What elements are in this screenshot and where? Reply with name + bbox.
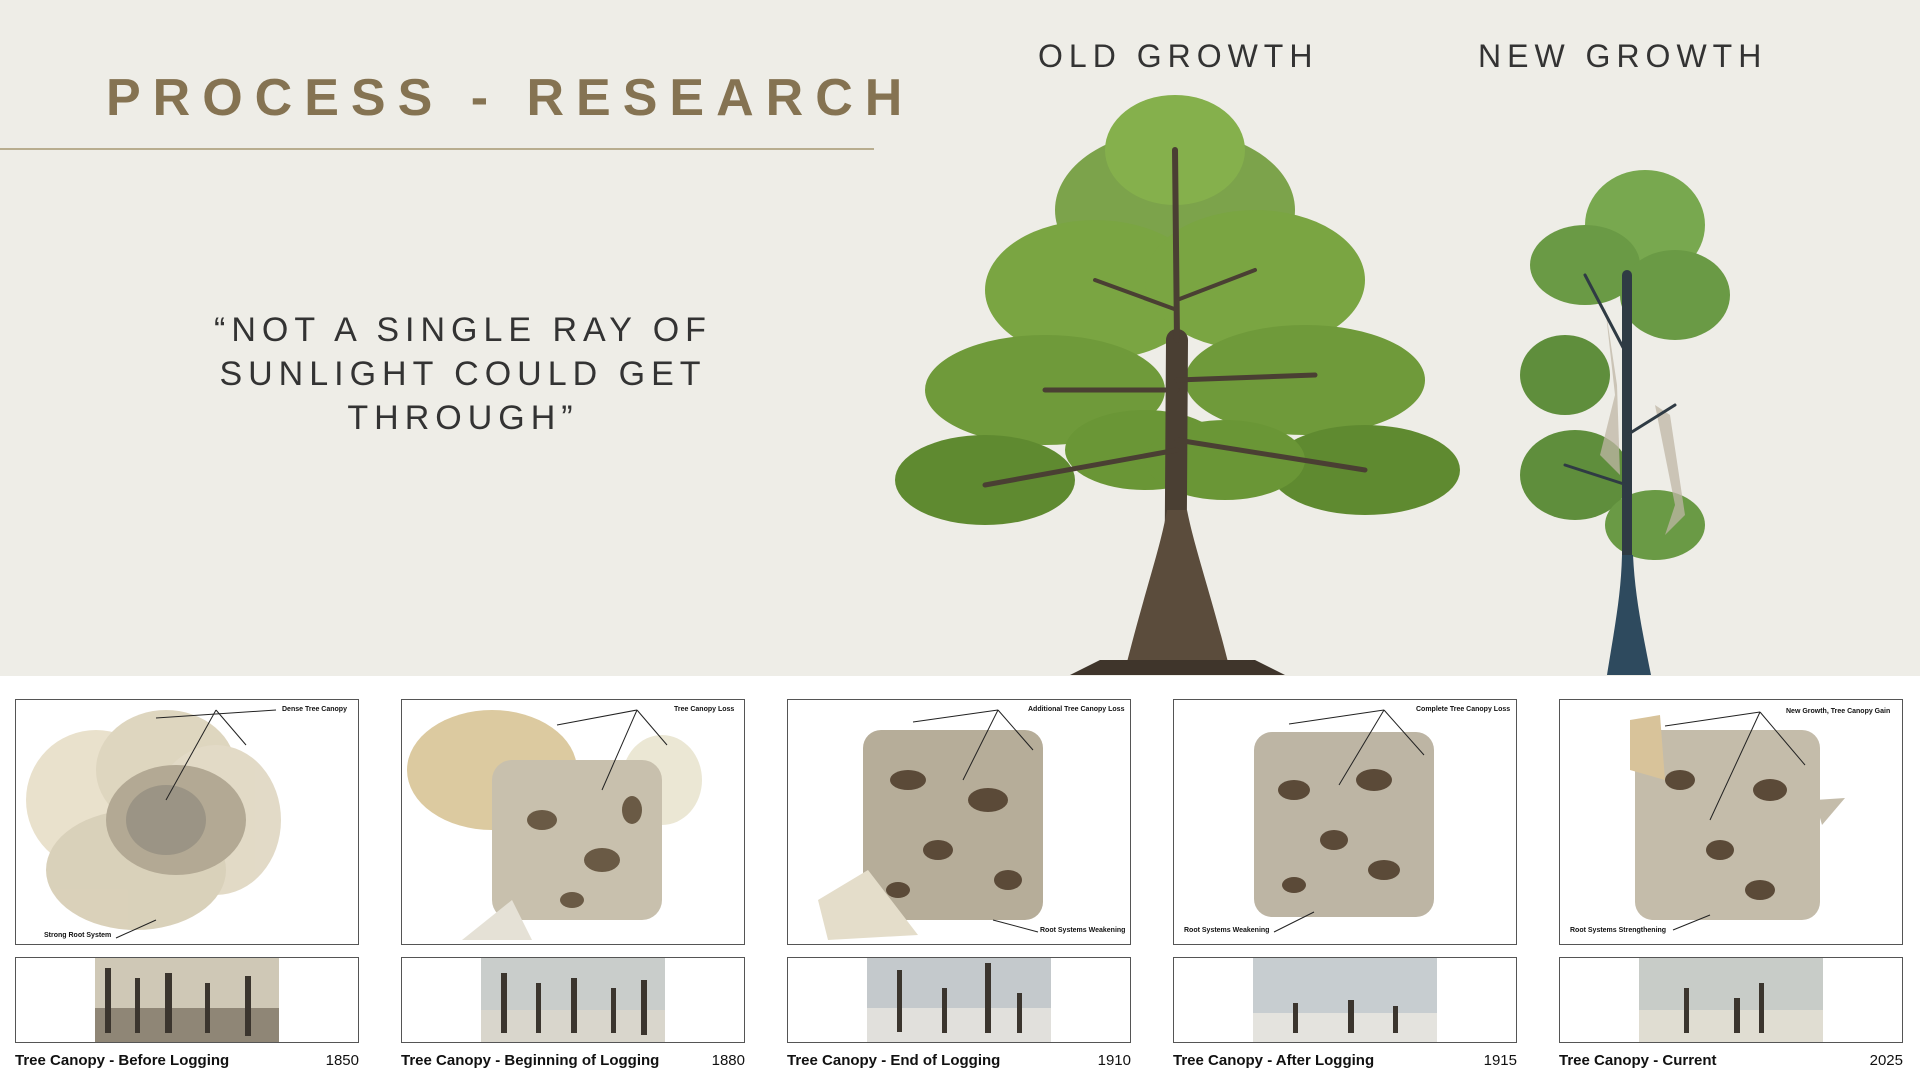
panel-caption: Tree Canopy - Before Logging 1850 — [15, 1052, 359, 1072]
caption-title: Tree Canopy - End of Logging — [787, 1052, 1001, 1069]
caption-year: 1910 — [1097, 1052, 1131, 1069]
caption-year: 2025 — [1869, 1052, 1903, 1069]
quote-block: “NOT A SINGLE RAY OF SUNLIGHT COULD GET … — [150, 308, 776, 440]
panel-top-note: New Growth, Tree Canopy Gain — [1786, 708, 1891, 715]
landscape-photo-frame — [401, 957, 745, 1043]
caption-year: 1850 — [325, 1052, 359, 1069]
canopy-model-panel: Dense Tree Canopy Strong Root System — [15, 699, 359, 945]
caption-title: Tree Canopy - After Logging — [1173, 1052, 1375, 1069]
landscape-photo — [1639, 958, 1823, 1042]
panel-caption: Tree Canopy - Current 2025 — [1559, 1052, 1903, 1072]
panel-top-note: Dense Tree Canopy — [282, 706, 347, 713]
landscape-photo-frame — [1173, 957, 1517, 1043]
caption-year: 1880 — [711, 1052, 745, 1069]
panel-top-note: Tree Canopy Loss — [674, 706, 735, 713]
new-growth-tree-image — [1520, 170, 1730, 675]
caption-title: Tree Canopy - Beginning of Logging — [401, 1052, 660, 1069]
landscape-photo-frame — [787, 957, 1131, 1043]
caption-title: Tree Canopy - Before Logging — [15, 1052, 230, 1069]
canopy-model-image — [407, 709, 702, 940]
caption-year: 1915 — [1483, 1052, 1517, 1069]
panel-caption: Tree Canopy - End of Logging 1910 — [787, 1052, 1131, 1072]
canopy-model-panel: Tree Canopy Loss — [401, 699, 745, 945]
canopy-model-image — [818, 709, 1043, 940]
title-divider — [0, 148, 874, 150]
panel-bottom-note: Strong Root System — [44, 932, 112, 939]
old-growth-tree-image — [895, 95, 1460, 675]
canopy-model-panel: New Growth, Tree Canopy Gain Root System… — [1559, 699, 1903, 945]
canopy-model-panel: Additional Tree Canopy Loss Root Systems… — [787, 699, 1131, 945]
canopy-model-image — [26, 709, 281, 939]
landscape-photo-frame — [1559, 957, 1903, 1043]
panel-bottom-note: Root Systems Weakening — [1184, 927, 1270, 934]
canopy-model-panel: Complete Tree Canopy Loss Root Systems W… — [1173, 699, 1517, 945]
canopy-model-image — [1254, 709, 1434, 933]
landscape-photo — [1253, 958, 1437, 1042]
caption-title: Tree Canopy - Current — [1559, 1052, 1717, 1069]
landscape-photo — [481, 958, 665, 1042]
page-title: PROCESS - RESEARCH — [106, 69, 915, 127]
panel-top-note: Additional Tree Canopy Loss — [1028, 706, 1125, 713]
old-growth-label: OLD GROWTH — [1038, 38, 1319, 74]
panel-caption: Tree Canopy - After Logging 1915 — [1173, 1052, 1517, 1072]
panel-top-note: Complete Tree Canopy Loss — [1416, 706, 1511, 713]
canopy-model-image — [1630, 711, 1845, 931]
landscape-photo-frame — [15, 957, 359, 1043]
quote-line: “NOT A SINGLE RAY OF — [214, 311, 712, 349]
landscape-photo — [867, 958, 1051, 1042]
panel-bottom-note: Root Systems Strengthening — [1570, 927, 1667, 934]
panel-caption: Tree Canopy - Beginning of Logging 1880 — [401, 1052, 745, 1072]
panel-bottom-note: Root Systems Weakening — [1040, 927, 1126, 934]
landscape-photo — [95, 958, 279, 1042]
new-growth-label: NEW GROWTH — [1478, 38, 1768, 74]
quote-line: THROUGH” — [347, 399, 579, 437]
quote-line: SUNLIGHT COULD GET — [219, 355, 707, 393]
